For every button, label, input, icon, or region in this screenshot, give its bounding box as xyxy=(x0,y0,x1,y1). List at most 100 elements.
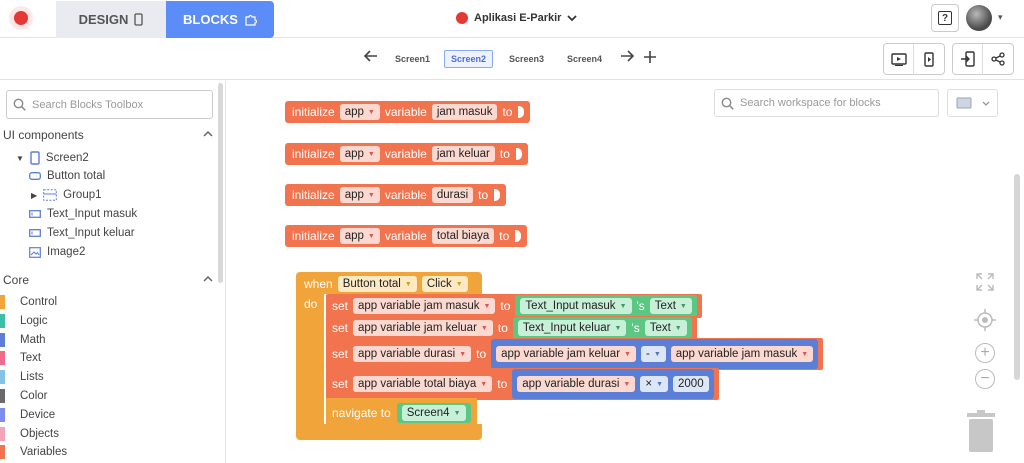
component-dropdown[interactable]: Text_Input keluar ▼ xyxy=(517,320,627,336)
core-item-device[interactable]: Device xyxy=(0,406,55,424)
variable-dropdown[interactable]: app variable jam keluar ▼ xyxy=(353,320,493,336)
screen-tab-2[interactable]: Screen2 xyxy=(444,50,494,68)
block-keyword: set xyxy=(332,299,349,313)
variable-getter[interactable]: app variable jam masuk ▼ xyxy=(670,346,814,362)
workspace-scrollbar[interactable] xyxy=(1014,174,1020,380)
set-variable-block[interactable]: set app variable total biaya ▼ to app var… xyxy=(326,368,719,400)
variable-getter[interactable]: app variable jam keluar ▼ xyxy=(496,346,636,362)
core-item-math[interactable]: Math xyxy=(0,331,46,349)
top-bar: DESIGN BLOCKS Aplikasi E-Parkir ? ▾ xyxy=(0,0,1024,38)
number-field[interactable]: 2000 xyxy=(673,376,709,392)
variable-dropdown[interactable]: app variable total biaya ▼ xyxy=(353,376,493,392)
variable-dropdown[interactable]: app variable durasi ▼ xyxy=(353,346,472,362)
variable-name-field[interactable]: total biaya xyxy=(431,228,495,244)
zoom-in-icon: + xyxy=(975,343,995,363)
screen-selector-block[interactable]: Screen4 ▼ xyxy=(396,403,471,423)
variable-name-field[interactable]: jam keluar xyxy=(431,146,495,162)
tree-text-input-masuk[interactable]: Text_Input masuk xyxy=(29,208,137,220)
tree-button-total[interactable]: Button total xyxy=(29,170,105,182)
share-button[interactable] xyxy=(983,44,1013,74)
core-item-color[interactable]: Color xyxy=(0,387,47,405)
screen-tab-1[interactable]: Screen1 xyxy=(389,50,436,68)
help-button[interactable]: ? xyxy=(931,4,959,32)
puzzle-icon xyxy=(245,14,257,26)
arrow-right-icon[interactable] xyxy=(620,49,635,66)
property-dropdown[interactable]: Text ▼ xyxy=(649,298,692,314)
operator-dropdown[interactable]: × ▼ xyxy=(640,376,669,392)
core-item-logic[interactable]: Logic xyxy=(0,312,48,330)
core-heading[interactable]: Core xyxy=(3,273,29,287)
tree-group1[interactable]: ▶ Group1 xyxy=(31,189,102,201)
device-preview-button[interactable] xyxy=(914,44,944,74)
property-dropdown[interactable]: Text ▼ xyxy=(644,320,687,336)
set-variable-block[interactable]: set app variable jam masuk ▼ to Text_Inpu… xyxy=(326,294,702,318)
text-input-icon xyxy=(29,210,41,218)
init-variable-block[interactable]: initialize app ▼ variable jam keluar to xyxy=(285,143,528,165)
set-variable-block[interactable]: set app variable durasi ▼ to app variable… xyxy=(326,338,824,370)
recenter-icon[interactable] xyxy=(974,309,996,331)
screen-dropdown[interactable]: Screen4 ▼ xyxy=(401,405,466,421)
zoom-in-button[interactable]: + xyxy=(974,342,996,364)
trash-icon[interactable] xyxy=(965,409,997,453)
dropdown-arrow-icon: ▼ xyxy=(656,380,664,388)
component-dropdown[interactable]: Button total ▼ xyxy=(337,276,417,292)
core-item-objects[interactable]: Objects xyxy=(0,425,59,443)
variable-getter[interactable]: app variable durasi ▼ xyxy=(517,376,636,392)
init-variable-block[interactable]: initialize app ▼ variable jam masuk to xyxy=(285,101,531,123)
navigate-to-block[interactable]: navigate to Screen4 ▼ xyxy=(326,398,477,428)
project-selector[interactable]: Aplikasi E-Parkir xyxy=(456,9,578,27)
toolbox-scrollbar[interactable] xyxy=(218,83,223,283)
add-screen-button[interactable] xyxy=(644,48,656,68)
avatar[interactable] xyxy=(966,5,992,31)
core-item-lists[interactable]: Lists xyxy=(0,368,44,386)
scope-value: app xyxy=(344,148,364,160)
set-variable-block[interactable]: set app variable jam keluar ▼ to Text_Inp… xyxy=(326,316,697,340)
init-variable-block[interactable]: initialize app ▼ variable total biaya to xyxy=(285,225,528,247)
scope-dropdown[interactable]: app ▼ xyxy=(339,104,380,120)
component-dropdown[interactable]: Text_Input masuk ▼ xyxy=(520,298,632,314)
math-multiply-block[interactable]: app variable durasi ▼ × ▼ 2000 xyxy=(512,369,714,399)
operator-dropdown[interactable]: - ▼ xyxy=(640,346,666,362)
variable-name-field[interactable]: durasi xyxy=(431,187,474,203)
screen-tab-3[interactable]: Screen3 xyxy=(503,50,550,68)
blocks-workspace[interactable]: initialize app ▼ variable jam masuk to in… xyxy=(226,81,1024,463)
init-variable-block[interactable]: initialize app ▼ variable durasi to xyxy=(285,184,507,206)
scope-dropdown[interactable]: app ▼ xyxy=(339,187,380,203)
scope-dropdown[interactable]: app ▼ xyxy=(339,228,380,244)
workspace-view-dropdown[interactable] xyxy=(947,89,998,117)
preview-button[interactable] xyxy=(884,44,915,74)
variable-name-field[interactable]: jam masuk xyxy=(431,104,498,120)
ui-components-heading[interactable]: UI components xyxy=(3,128,84,142)
caret-right-icon[interactable]: ▶ xyxy=(31,191,37,200)
component-property-block[interactable]: Text_Input keluar ▼ 's Text ▼ xyxy=(512,317,692,339)
scope-dropdown[interactable]: app ▼ xyxy=(339,146,380,162)
toolbox-search-input[interactable]: Search Blocks Toolbox xyxy=(6,90,213,119)
tab-design-label: DESIGN xyxy=(78,12,129,27)
caret-down-icon[interactable]: ▼ xyxy=(16,154,24,163)
core-item-control[interactable]: Control xyxy=(0,293,57,311)
tree-screen2[interactable]: ▼ Screen2 xyxy=(16,151,89,165)
zoom-out-button[interactable]: − xyxy=(974,368,996,390)
component-property-block[interactable]: Text_Input masuk ▼ 's Text ▼ xyxy=(515,295,697,317)
block-keyword: set xyxy=(332,321,349,335)
core-item-text[interactable]: Text xyxy=(0,349,41,367)
workspace-search-input[interactable]: Search workspace for blocks xyxy=(714,89,939,117)
tab-blocks[interactable]: BLOCKS xyxy=(166,1,274,38)
getter-value: app variable durasi xyxy=(522,378,620,390)
fullscreen-icon[interactable] xyxy=(974,271,996,293)
tab-design[interactable]: DESIGN xyxy=(56,1,166,38)
event-dropdown[interactable]: Click ▼ xyxy=(421,276,468,292)
tree-text-input-keluar[interactable]: Text_Input keluar xyxy=(29,227,135,239)
block-keyword: to xyxy=(502,105,513,119)
variable-dropdown[interactable]: app variable jam masuk ▼ xyxy=(353,298,496,314)
chevron-up-icon[interactable] xyxy=(203,274,213,284)
install-button[interactable] xyxy=(953,44,984,74)
arrow-left-icon[interactable] xyxy=(363,49,378,66)
core-item-variables[interactable]: Variables xyxy=(0,443,67,461)
tree-image2[interactable]: Image2 xyxy=(29,246,85,258)
screen-tab-4[interactable]: Screen4 xyxy=(561,50,608,68)
caret-down-icon[interactable]: ▾ xyxy=(998,12,1003,23)
app-logo[interactable] xyxy=(9,6,33,30)
math-subtract-block[interactable]: app variable jam keluar ▼ - ▼ app variable… xyxy=(491,339,819,369)
chevron-up-icon[interactable] xyxy=(203,129,213,139)
